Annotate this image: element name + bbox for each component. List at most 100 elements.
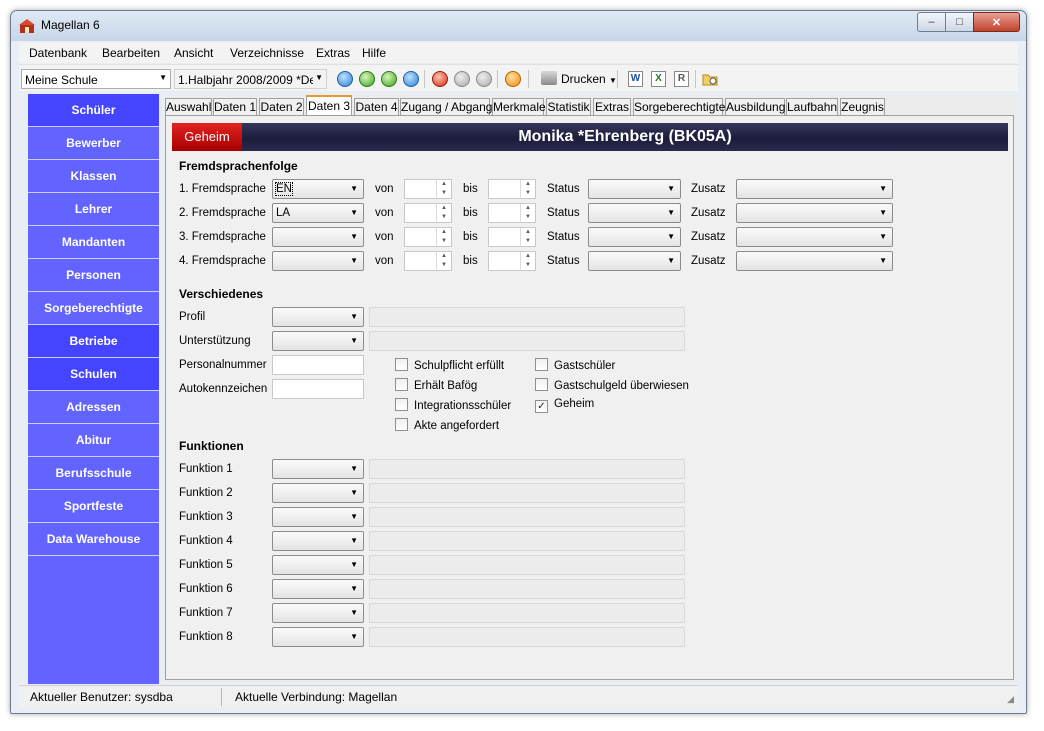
spin-up-icon[interactable]: ▲ — [521, 180, 535, 189]
next-record-icon[interactable] — [381, 71, 397, 87]
sidebar-item-betriebe[interactable]: Betriebe — [28, 325, 159, 358]
sidebar-item-mandanten[interactable]: Mandanten — [28, 226, 159, 259]
checkbox-item[interactable]: ✓ Geheim — [535, 398, 594, 413]
last-record-icon[interactable] — [403, 71, 419, 87]
function-select-8[interactable]: ▼ — [272, 627, 364, 647]
language-select-2[interactable]: LA ▼ — [272, 203, 364, 223]
school-select[interactable]: Meine Schule ▼ — [21, 69, 171, 89]
spin-up-icon[interactable]: ▲ — [521, 228, 535, 237]
spin-up-icon[interactable]: ▲ — [521, 252, 535, 261]
folder-search-icon[interactable] — [702, 71, 719, 87]
sidebar-item-data-warehouse[interactable]: Data Warehouse — [28, 523, 159, 556]
first-record-icon[interactable] — [337, 71, 353, 87]
tab-auswahl[interactable]: Auswahl — [165, 98, 212, 115]
spin-up-icon[interactable]: ▲ — [437, 252, 451, 261]
print-button[interactable]: Drucken ▼ — [541, 71, 617, 86]
personnel-number-input[interactable] — [272, 355, 364, 375]
sidebar-item-schueler[interactable]: Schüler — [28, 94, 159, 127]
function-select-3[interactable]: ▼ — [272, 507, 364, 527]
menu-extras[interactable]: Extras — [316, 46, 350, 60]
function-select-7[interactable]: ▼ — [272, 603, 364, 623]
status-select-2[interactable]: ▼ — [588, 203, 681, 223]
function-select-5[interactable]: ▼ — [272, 555, 364, 575]
checkbox-icon[interactable] — [395, 398, 408, 411]
tab-extras[interactable]: Extras — [593, 98, 631, 115]
spin-down-icon[interactable]: ▼ — [521, 213, 535, 222]
spin-up-icon[interactable]: ▲ — [437, 204, 451, 213]
extra-select-1[interactable]: ▼ — [736, 179, 893, 199]
from-spinner-1[interactable]: ▲ ▼ — [404, 179, 452, 199]
tab-daten-4[interactable]: Daten 4 — [354, 98, 399, 115]
extra-select-3[interactable]: ▼ — [736, 227, 893, 247]
to-spinner-4[interactable]: ▲ ▼ — [488, 251, 536, 271]
status-select-1[interactable]: ▼ — [588, 179, 681, 199]
cancel-record-icon[interactable] — [476, 71, 492, 87]
profile-select[interactable]: ▼ — [272, 307, 364, 327]
status-select-3[interactable]: ▼ — [588, 227, 681, 247]
menu-datenbank[interactable]: Datenbank — [29, 46, 87, 60]
sidebar-item-lehrer[interactable]: Lehrer — [28, 193, 159, 226]
tab-daten-1[interactable]: Daten 1 — [213, 98, 257, 115]
spin-down-icon[interactable]: ▼ — [437, 261, 451, 270]
spin-up-icon[interactable]: ▲ — [521, 204, 535, 213]
menu-verzeichnisse[interactable]: Verzeichnisse — [230, 46, 304, 60]
sidebar-item-sportfeste[interactable]: Sportfeste — [28, 490, 159, 523]
menu-ansicht[interactable]: Ansicht — [174, 46, 213, 60]
language-select-1[interactable]: EN ▼ — [272, 179, 364, 199]
excel-export-icon[interactable]: X — [651, 71, 666, 87]
tab-statistik[interactable]: Statistik — [546, 98, 591, 115]
spin-down-icon[interactable]: ▼ — [521, 261, 535, 270]
checkbox-item[interactable]: Akte angefordert — [395, 418, 499, 432]
function-select-4[interactable]: ▼ — [272, 531, 364, 551]
spin-up-icon[interactable]: ▲ — [437, 180, 451, 189]
sidebar-item-personen[interactable]: Personen — [28, 259, 159, 292]
function-select-2[interactable]: ▼ — [272, 483, 364, 503]
tab-zugang-abgang[interactable]: Zugang / Abgang — [400, 98, 492, 115]
function-select-6[interactable]: ▼ — [272, 579, 364, 599]
checkbox-item[interactable]: Erhält Bafög — [395, 378, 477, 392]
sidebar-item-schulen[interactable]: Schulen — [28, 358, 159, 391]
refresh-icon[interactable] — [505, 71, 521, 87]
sidebar-item-abitur[interactable]: Abitur — [28, 424, 159, 457]
close-button[interactable]: ✕ — [973, 12, 1020, 32]
tab-ausbildung[interactable]: Ausbildung — [725, 98, 785, 115]
sidebar-item-klassen[interactable]: Klassen — [28, 160, 159, 193]
tab-daten-2[interactable]: Daten 2 — [259, 98, 304, 115]
from-spinner-3[interactable]: ▲ ▼ — [404, 227, 452, 247]
checkbox-icon[interactable] — [535, 358, 548, 371]
checkbox-icon[interactable] — [395, 378, 408, 391]
to-spinner-2[interactable]: ▲ ▼ — [488, 203, 536, 223]
checkbox-item[interactable]: Schulpflicht erfüllt — [395, 358, 504, 372]
status-select-4[interactable]: ▼ — [588, 251, 681, 271]
spin-down-icon[interactable]: ▼ — [437, 237, 451, 246]
save-record-icon[interactable] — [454, 71, 470, 87]
to-spinner-1[interactable]: ▲ ▼ — [488, 179, 536, 199]
report-export-icon[interactable]: R — [674, 71, 689, 87]
checkbox-icon[interactable]: ✓ — [535, 400, 548, 413]
from-spinner-2[interactable]: ▲ ▼ — [404, 203, 452, 223]
function-select-1[interactable]: ▼ — [272, 459, 364, 479]
checkbox-item[interactable]: Gastschulgeld überwiesen — [535, 378, 689, 392]
spin-down-icon[interactable]: ▼ — [521, 189, 535, 198]
menu-bearbeiten[interactable]: Bearbeiten — [102, 46, 160, 60]
tab-sorgeberechtigte[interactable]: Sorgeberechtigte — [633, 98, 725, 115]
extra-select-4[interactable]: ▼ — [736, 251, 893, 271]
from-spinner-4[interactable]: ▲ ▼ — [404, 251, 452, 271]
checkbox-icon[interactable] — [395, 358, 408, 371]
extra-select-2[interactable]: ▼ — [736, 203, 893, 223]
checkbox-item[interactable]: Gastschüler — [535, 358, 615, 372]
spin-down-icon[interactable]: ▼ — [437, 213, 451, 222]
tab-zeugnis[interactable]: Zeugnis — [840, 98, 885, 115]
previous-record-icon[interactable] — [359, 71, 375, 87]
minimize-button[interactable]: – — [917, 12, 946, 32]
spin-up-icon[interactable]: ▲ — [437, 228, 451, 237]
support-select[interactable]: ▼ — [272, 331, 364, 351]
license-plate-input[interactable] — [272, 379, 364, 399]
title-bar[interactable]: Magellan 6 – □ ✕ — [11, 11, 1026, 41]
maximize-button[interactable]: □ — [945, 12, 974, 32]
period-select[interactable]: 1.Halbjahr 2008/2009 *De ▼ — [174, 69, 327, 89]
tab-merkmale[interactable]: Merkmale — [492, 98, 546, 115]
sidebar-item-sorgeberechtigte[interactable]: Sorgeberechtigte — [28, 292, 159, 325]
add-record-icon[interactable] — [432, 71, 448, 87]
tab-laufbahn[interactable]: Laufbahn — [786, 98, 838, 115]
